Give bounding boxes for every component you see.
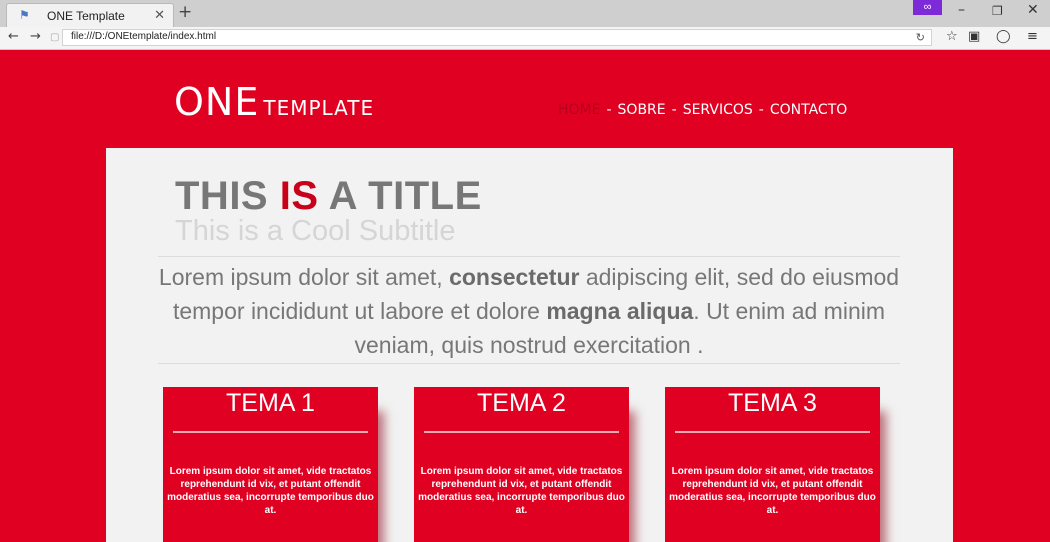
title-part2: A TITLE: [318, 174, 482, 218]
topic-card-1[interactable]: TEMA 1 Lorem ipsum dolor sit amet, vide …: [163, 387, 378, 542]
lede-bold1: consectetur: [449, 264, 580, 290]
minimize-icon[interactable]: –: [958, 2, 965, 18]
back-icon[interactable]: ←: [8, 29, 19, 44]
reload-icon[interactable]: ↻: [916, 31, 925, 44]
lede-part1: Lorem ipsum dolor sit amet,: [158, 264, 450, 290]
lede-bold2: magna aliqua: [546, 298, 694, 324]
new-tab-icon[interactable]: +: [178, 2, 192, 22]
forward-icon[interactable]: →: [30, 29, 41, 44]
close-window-icon[interactable]: ✕: [1027, 2, 1039, 18]
nav-separator: -: [606, 102, 612, 118]
clipboard-icon[interactable]: ▣: [968, 29, 980, 44]
speech-bubble-icon[interactable]: ◯: [996, 29, 1011, 44]
title-highlight: IS: [279, 174, 319, 218]
card-title: TEMA 1: [226, 389, 315, 417]
flag-icon: ⚑: [19, 8, 30, 22]
site-logo[interactable]: ONE TEMPLATE: [174, 80, 374, 124]
nav-separator: -: [671, 102, 677, 118]
nav-item-sobre[interactable]: SOBRE: [618, 102, 666, 118]
logo-one: ONE: [174, 80, 260, 124]
card-title: TEMA 2: [477, 389, 566, 417]
card-divider: [424, 431, 619, 433]
title-part1: THIS: [175, 174, 280, 218]
intro-paragraph: Lorem ipsum dolor sit amet, consectetur …: [158, 260, 900, 362]
card-text: Lorem ipsum dolor sit amet, vide tractat…: [669, 466, 876, 516]
divider-top: [158, 256, 900, 257]
page-title: THIS IS A TITLE: [175, 174, 482, 219]
logo-template: TEMPLATE: [263, 96, 375, 120]
bookmark-star-icon[interactable]: ☆: [946, 29, 958, 44]
nav-item-contacto[interactable]: CONTACTO: [770, 102, 847, 118]
topic-card-3[interactable]: TEMA 3 Lorem ipsum dolor sit amet, vide …: [665, 387, 880, 542]
card-title: TEMA 3: [728, 389, 817, 417]
menu-icon[interactable]: ≡: [1027, 29, 1038, 44]
page-subtitle: This is a Cool Subtitle: [175, 215, 456, 247]
page-icon: ▢: [50, 32, 60, 43]
card-text: Lorem ipsum dolor sit amet, vide tractat…: [418, 466, 625, 516]
address-bar[interactable]: file:///D:/ONEtemplate/index.html ↻: [62, 29, 932, 46]
card-divider: [173, 431, 368, 433]
tab-title: ONE Template: [47, 9, 125, 23]
incognito-icon: ∞: [913, 0, 942, 15]
topic-card-2[interactable]: TEMA 2 Lorem ipsum dolor sit amet, vide …: [414, 387, 629, 542]
browser-tab[interactable]: ⚑ ONE Template ✕: [6, 3, 174, 27]
card-text: Lorem ipsum dolor sit amet, vide tractat…: [167, 466, 374, 516]
close-tab-icon[interactable]: ✕: [154, 7, 165, 23]
browser-tabstrip: ⚑ ONE Template ✕ + ∞ – ❐ ✕: [0, 0, 1050, 27]
browser-toolbar: ← → ▢ file:///D:/ONEtemplate/index.html …: [0, 27, 1050, 50]
nav-item-home[interactable]: HOME: [558, 102, 600, 118]
url-text: file:///D:/ONEtemplate/index.html: [71, 31, 217, 42]
content-panel: THIS IS A TITLE This is a Cool Subtitle …: [106, 148, 953, 542]
nav-separator: -: [758, 102, 764, 118]
nav-item-servicos[interactable]: SERVICOS: [683, 102, 753, 118]
restore-icon[interactable]: ❐: [992, 4, 1003, 18]
card-divider: [675, 431, 870, 433]
main-nav: HOME - SOBRE - SERVICOS - CONTACTO: [558, 102, 847, 118]
divider-bottom: [158, 363, 900, 364]
